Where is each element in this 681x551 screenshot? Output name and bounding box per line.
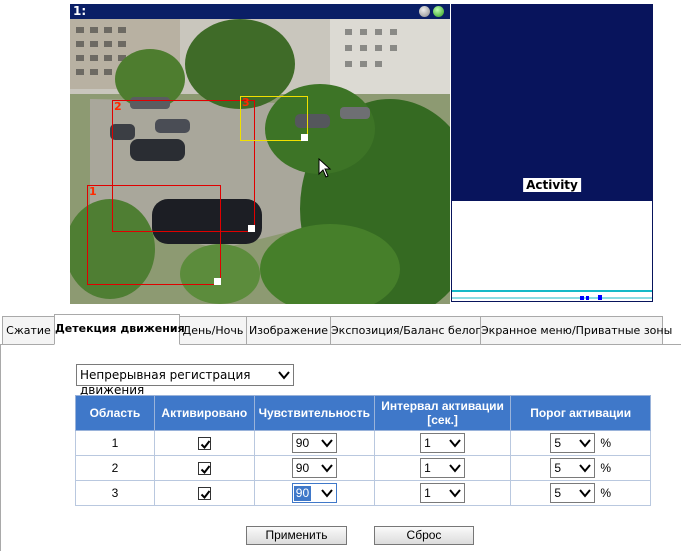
activity-panel: Activity [451, 176, 653, 302]
zone-resize-handle[interactable] [214, 278, 221, 285]
tab-label: Детекция движения [55, 322, 185, 335]
sensitivity-value: 90 [293, 486, 312, 501]
threshold-cell: 5 % [510, 455, 651, 481]
tab-label: Экспозиция/Баланс белого [331, 324, 488, 337]
zone-label-1: 1 [89, 185, 97, 198]
tab-label: День/Ночь [182, 324, 244, 337]
threshold-select[interactable]: 5 [550, 433, 596, 453]
interval-cell: 1 [373, 430, 512, 456]
area-number: 2 [75, 455, 155, 481]
checkmark-icon [200, 440, 211, 450]
activity-graph [452, 290, 652, 300]
camera-titlebar: 1: [70, 4, 450, 19]
activated-cell [153, 430, 255, 456]
reset-button[interactable]: Сброс [374, 526, 474, 545]
header-area: Область [75, 395, 155, 431]
sensitivity-value: 90 [295, 436, 310, 450]
sensitivity-select[interactable]: 90 [291, 483, 337, 503]
zones-table: Область Активировано Чувствительность Ин… [75, 395, 651, 506]
zones-table-header: Область Активировано Чувствительность Ин… [75, 395, 651, 431]
threshold-value: 5 [554, 436, 562, 450]
percent-label: % [600, 486, 612, 500]
camera-view[interactable]: 1: 2 1 3 [70, 4, 450, 304]
table-row: 1 90 1 5 % [75, 430, 651, 456]
area-number: 3 [75, 480, 155, 506]
maximize-icon[interactable] [433, 6, 444, 17]
interval-value: 1 [424, 486, 431, 500]
table-row: 3 90 1 5 % [75, 480, 651, 506]
sensitivity-cell: 90 [253, 455, 375, 481]
zone-resize-handle[interactable] [248, 225, 255, 232]
tab-osd-privacy-zones[interactable]: Экранное меню/Приватные зоны [480, 316, 672, 345]
area-number: 1 [75, 430, 155, 456]
interval-select[interactable]: 1 [420, 483, 466, 503]
interval-cell: 1 [373, 455, 512, 481]
chevron-down-icon [321, 439, 333, 448]
sensitivity-select[interactable]: 90 [291, 458, 337, 478]
interval-select[interactable]: 1 [420, 458, 466, 478]
threshold-value: 5 [554, 486, 562, 500]
threshold-cell: 5 % [510, 480, 651, 506]
threshold-cell: 5 % [510, 430, 651, 456]
interval-cell: 1 [373, 480, 512, 506]
camera-title: 1: [73, 4, 87, 18]
header-activation-interval: Интервал активации [сек.] [373, 395, 512, 431]
table-row: 2 90 1 5 % [75, 455, 651, 481]
tab-compression[interactable]: Сжатие [2, 316, 55, 345]
tab-exposure-white-balance[interactable]: Экспозиция/Баланс белого [330, 316, 488, 345]
tab-label: Сжатие [6, 324, 51, 337]
activated-cell [153, 480, 255, 506]
header-activation-threshold: Порог активации [510, 395, 651, 431]
activated-cell [153, 455, 255, 481]
tab-image[interactable]: Изображение [246, 316, 331, 345]
chevron-down-icon [449, 464, 461, 473]
activated-checkbox[interactable] [197, 462, 211, 476]
chevron-down-icon [321, 464, 333, 473]
chevron-down-icon [579, 464, 592, 473]
apply-button[interactable]: Применить [246, 526, 347, 545]
chevron-down-icon [449, 439, 461, 448]
header-sensitivity: Чувствительность [253, 395, 375, 431]
interval-value: 1 [424, 436, 431, 450]
motion-zone-1[interactable] [87, 185, 221, 285]
zone-resize-handle[interactable] [301, 134, 308, 141]
activated-checkbox[interactable] [197, 487, 211, 501]
chevron-down-icon [449, 489, 461, 498]
activated-checkbox[interactable] [197, 437, 211, 451]
motion-zone-3[interactable] [240, 96, 308, 141]
interval-select[interactable]: 1 [420, 433, 466, 453]
activity-title: Activity [523, 178, 581, 192]
tab-day-night[interactable]: День/Ночь [179, 316, 247, 345]
chevron-down-icon [579, 489, 592, 498]
tab-label: Изображение [248, 324, 329, 337]
activity-header: Activity [452, 177, 652, 201]
tab-label: Экранное меню/Приватные зоны [481, 324, 673, 337]
zone-label-3: 3 [242, 96, 250, 109]
zone-label-2: 2 [114, 100, 122, 113]
activity-top-panel [451, 4, 653, 176]
sensitivity-value: 90 [295, 461, 310, 475]
detection-mode-select[interactable]: Непрерывная регистрация движения [76, 364, 294, 397]
sensitivity-select[interactable]: 90 [291, 433, 337, 453]
sensitivity-cell: 90 [253, 430, 375, 456]
header-activated: Активировано [153, 395, 255, 431]
minimize-icon[interactable] [419, 6, 430, 17]
mouse-cursor-icon [318, 158, 332, 178]
chevron-down-icon [579, 439, 592, 448]
checkmark-icon [200, 490, 211, 500]
tab-motion-detection[interactable]: Детекция движения [54, 314, 185, 345]
checkmark-icon [200, 465, 211, 475]
threshold-value: 5 [554, 461, 562, 475]
percent-label: % [600, 461, 612, 475]
chevron-down-icon [278, 371, 290, 380]
percent-label: % [600, 436, 612, 450]
threshold-select[interactable]: 5 [550, 483, 596, 503]
interval-value: 1 [424, 461, 431, 475]
threshold-select[interactable]: 5 [550, 458, 596, 478]
sensitivity-cell: 90 [253, 480, 375, 506]
settings-tabs: Сжатие Детекция движения День/Ночь Изобр… [0, 314, 681, 345]
detection-mode-value: Непрерывная регистрация движения [80, 368, 251, 397]
chevron-down-icon [321, 489, 333, 498]
